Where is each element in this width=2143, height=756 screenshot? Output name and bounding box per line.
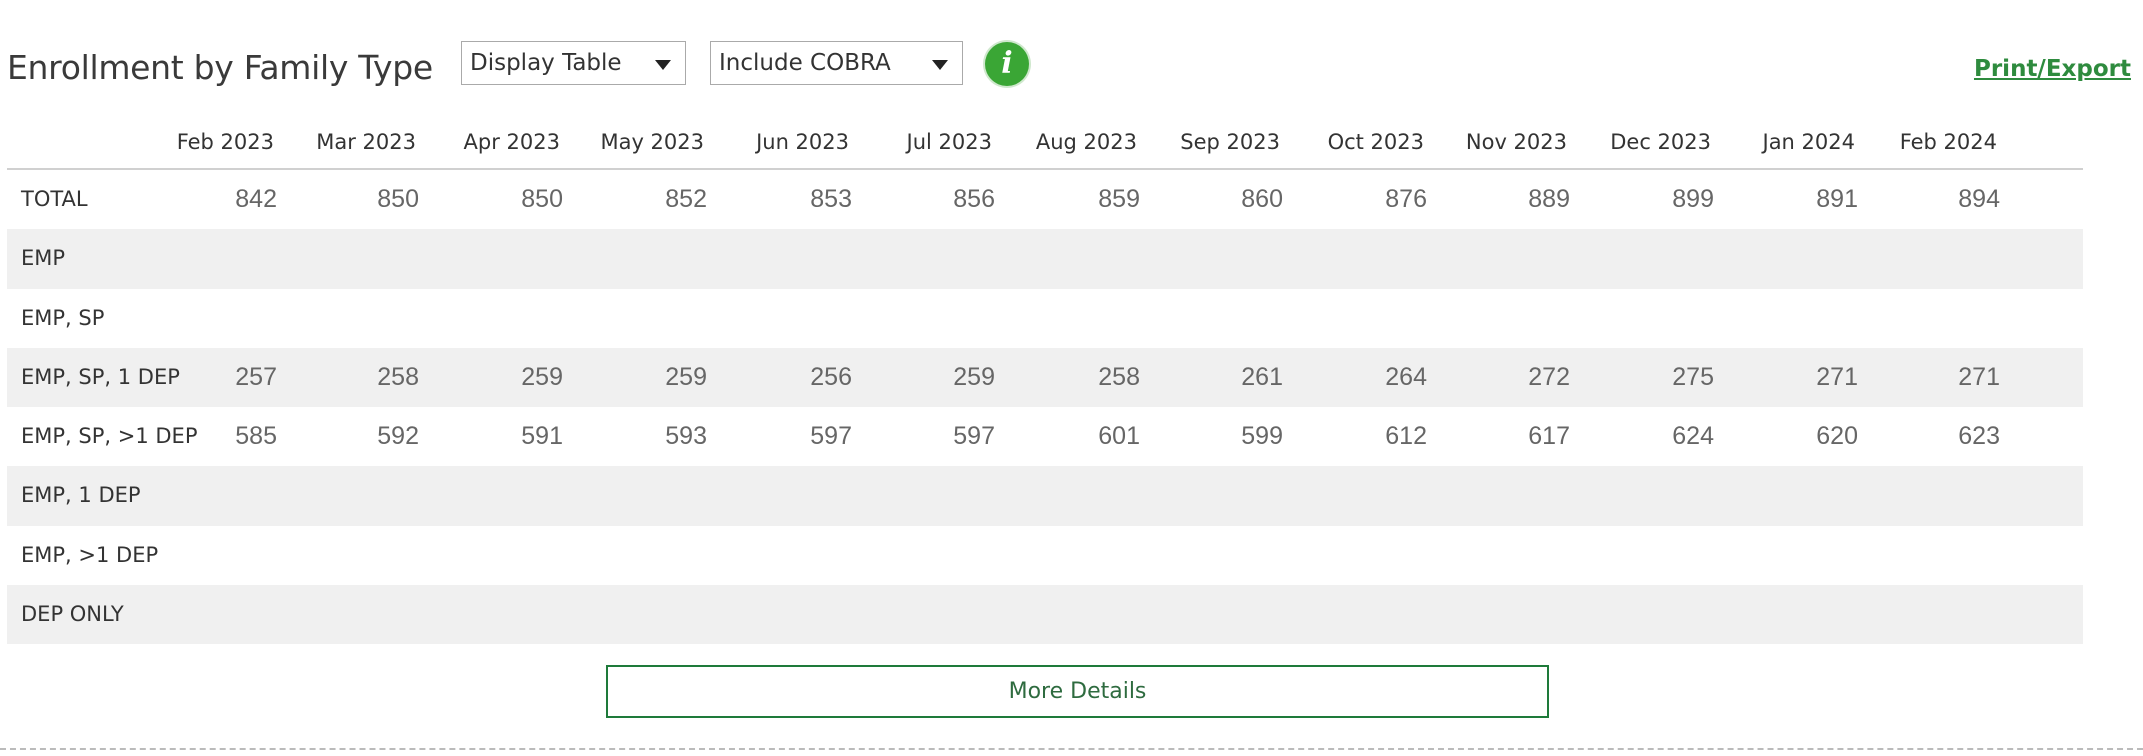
table-cell: 860 [1241,185,1283,213]
table-row: EMP, SP [7,289,2083,348]
table-cell: 592 [377,422,419,451]
enrollment-table: Feb 2023 Mar 2023 Apr 2023 May 2023 Jun 2023… [7,120,2083,645]
display-mode-value: Display Table [470,50,622,76]
table-row: DEP ONLY [7,585,2083,645]
row-label: EMP, >1 DEP [21,542,159,567]
column-header: Nov 2023 [1465,130,1567,154]
column-header: Apr 2023 [463,130,560,154]
table-cell: 876 [1385,185,1427,213]
table-cell: 258 [377,362,419,391]
row-label: TOTAL [21,187,88,211]
report-header: Enrollment by Family Type Display Table … [0,36,2143,96]
table-cell: 259 [521,362,563,391]
table-cell: 257 [235,362,277,391]
print-export-link[interactable]: Print/Export [1974,56,2131,82]
table-cell: 889 [1528,185,1570,213]
table-cell: 256 [810,362,852,391]
table-cell: 258 [1098,362,1140,391]
table-cell: 842 [235,185,277,213]
table-cell: 859 [1098,185,1140,213]
table-cell: 272 [1528,362,1570,391]
table-cell: 259 [953,362,995,391]
table-cell: 585 [235,422,277,451]
display-mode-select[interactable]: Display Table [461,41,686,85]
page-title: Enrollment by Family Type [7,48,433,87]
column-header: May 2023 [600,130,704,154]
column-header: Oct 2023 [1327,130,1424,154]
table-cell: 617 [1528,422,1570,451]
table-cell: 599 [1241,422,1283,451]
table-cell: 853 [810,185,852,213]
info-icon[interactable]: i [985,42,1029,86]
column-header: Feb 2023 [176,130,274,154]
row-label: EMP, 1 DEP [21,483,141,508]
column-header: Jun 2023 [756,130,849,154]
table-cell: 601 [1098,422,1140,451]
column-header: Mar 2023 [316,130,416,154]
table-cell: 624 [1672,422,1714,451]
table-cell: 593 [665,422,707,451]
row-label: EMP [21,246,66,271]
table-row: EMP [7,229,2083,289]
table-row: EMP, >1 DEP [7,526,2083,585]
table-cell: 623 [1958,422,2000,451]
more-details-button[interactable]: More Details [606,665,1549,718]
table-cell: 264 [1385,362,1427,391]
table-cell: 852 [665,185,707,213]
cobra-filter-value: Include COBRA [719,50,891,76]
table-cell: 612 [1385,422,1427,451]
table-row: EMP, SP, 1 DEP 257 258 259 259 256 259 258 261 26… [7,347,2083,408]
column-header: Sep 2023 [1180,130,1280,154]
table-cell: 891 [1816,185,1858,213]
table-cell: 261 [1241,362,1283,391]
column-header: Jul 2023 [906,130,992,154]
table-cell: 894 [1958,185,2000,213]
table-cell: 850 [377,185,419,213]
table-cell: 271 [1958,362,2000,391]
chevron-down-icon [932,60,948,70]
table-cell: 620 [1816,422,1858,451]
column-header: Jan 2024 [1762,130,1856,154]
divider [0,748,2143,750]
row-label: EMP, SP [21,305,105,330]
table-cell: 856 [953,185,995,213]
row-label: DEP ONLY [21,602,124,627]
table-cell: 597 [810,422,852,451]
column-header: Aug 2023 [1035,130,1137,154]
table-cell: 275 [1672,362,1714,391]
table-row: TOTAL 842 850 850 852 853 856 859 860 876 889 899 89… [7,170,2083,229]
table-row: EMP, 1 DEP [7,466,2083,526]
table-row: EMP, SP, >1 DEP 585 592 591 593 597 597 601 599 6… [7,407,2083,466]
table-cell: 591 [521,422,563,451]
table-cell: 259 [665,362,707,391]
column-header: Dec 2023 [1610,130,1711,154]
table-cell: 271 [1816,362,1858,391]
cobra-filter-select[interactable]: Include COBRA [710,41,963,85]
chevron-down-icon [655,60,671,70]
table-body: TOTAL 842 850 850 852 853 856 859 860 876 889 899 89… [7,170,2083,645]
column-header: Feb 2024 [1899,130,1997,154]
table-cell: 597 [953,422,995,451]
table-cell: 899 [1672,185,1714,213]
table-cell: 850 [521,185,563,213]
table-header-row: Feb 2023 Mar 2023 Apr 2023 May 2023 Jun 2023… [7,120,2083,170]
